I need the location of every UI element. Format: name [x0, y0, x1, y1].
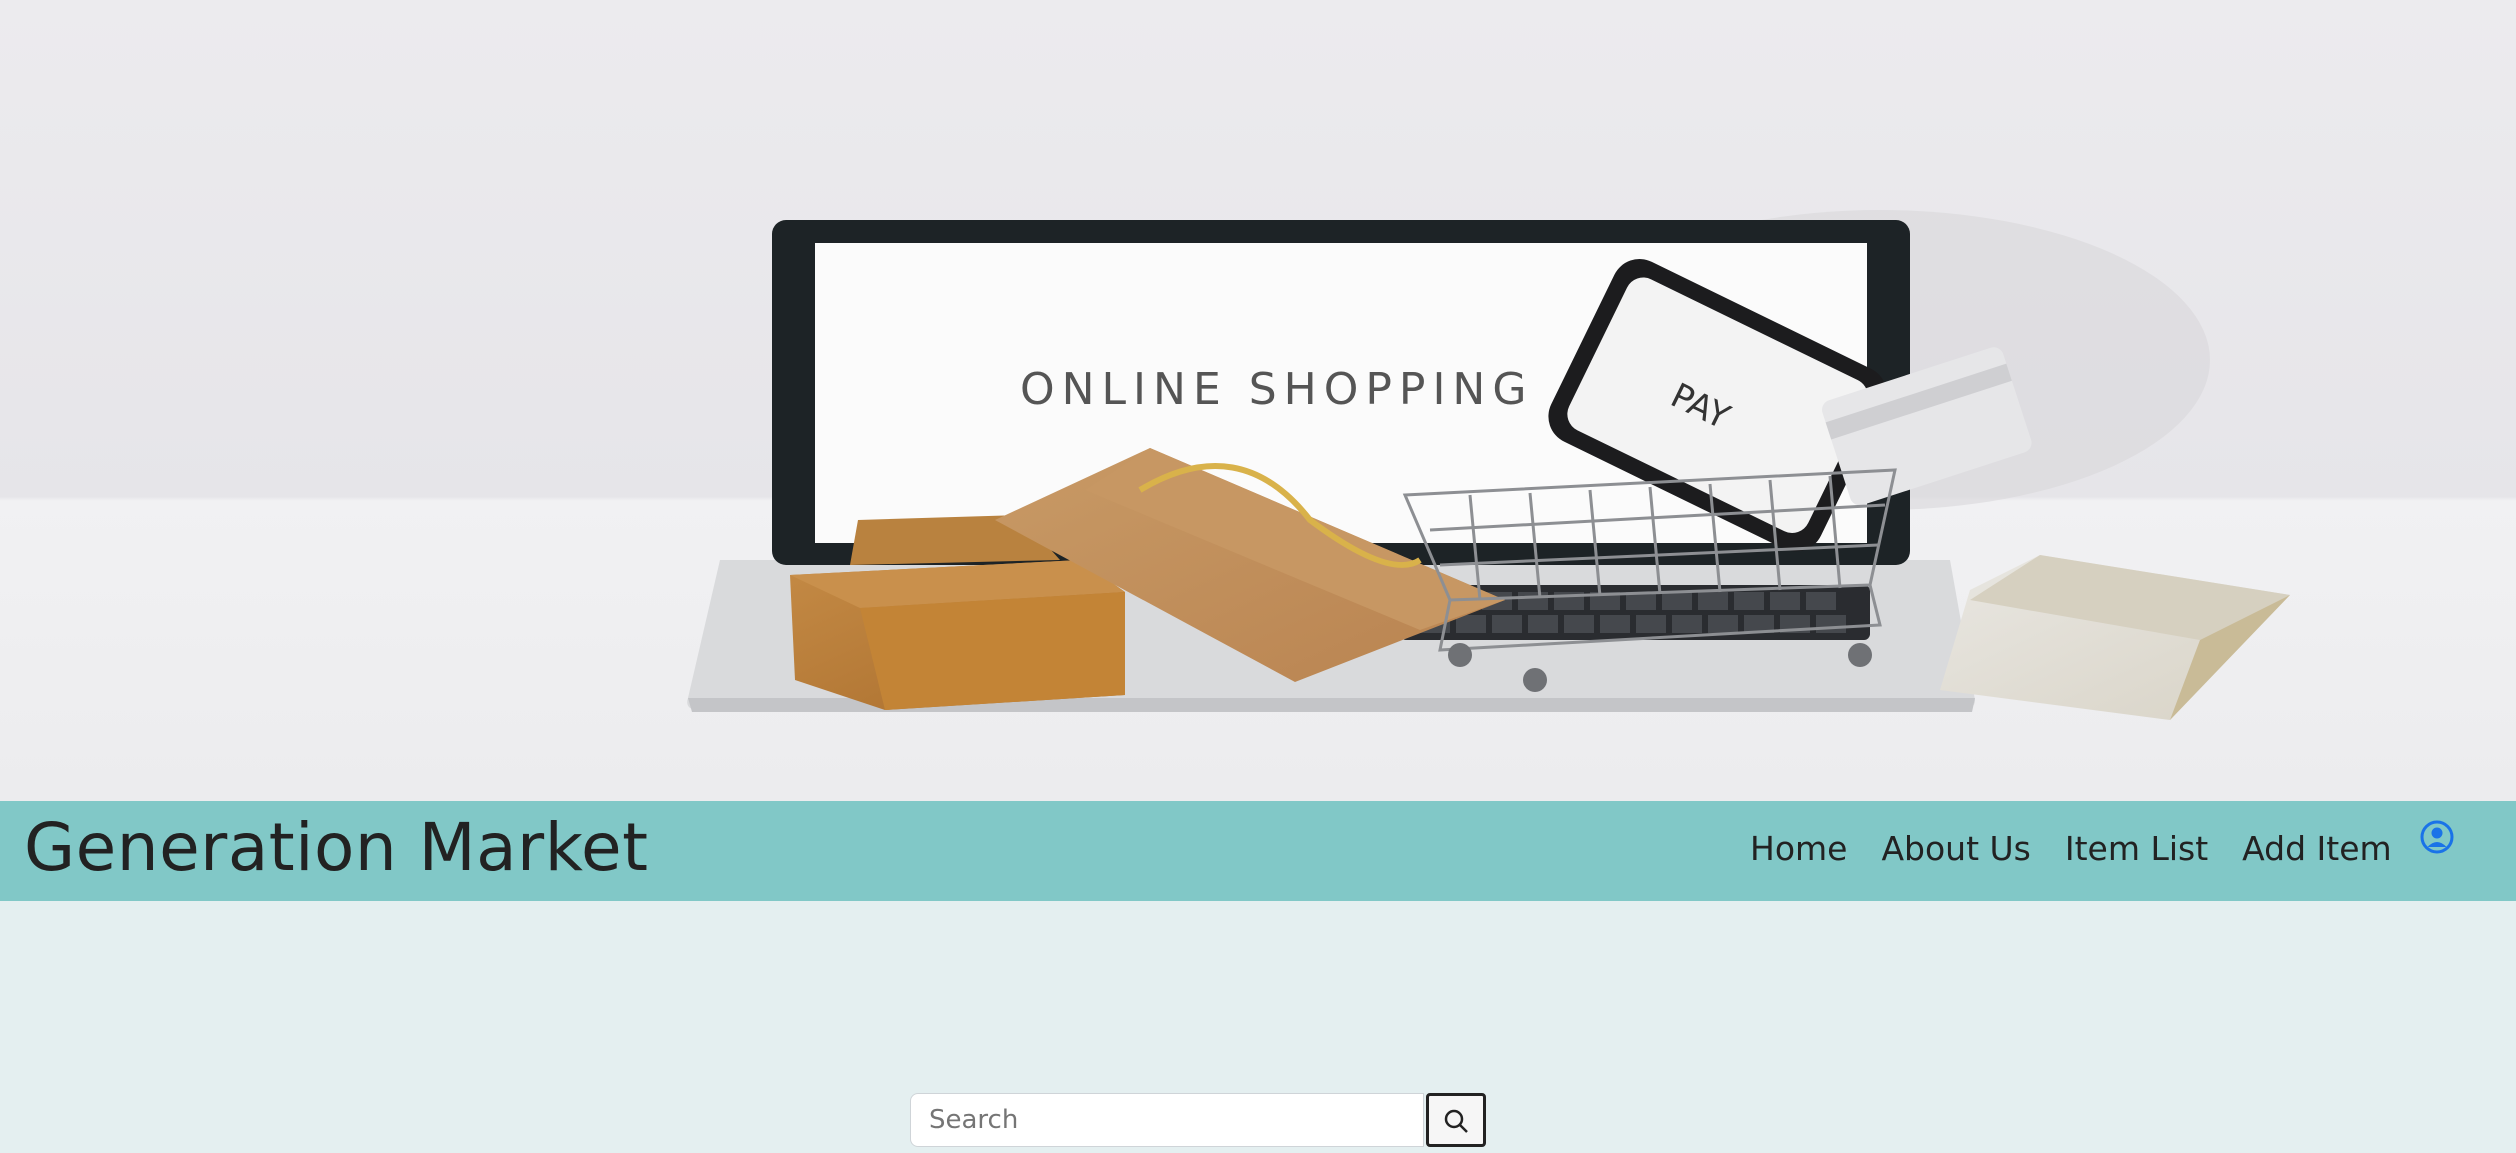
hero-illustration: ONLINE SHOPPING PAY — [687, 210, 2290, 720]
hero-banner-image: ONLINE SHOPPING PAY — [0, 0, 2516, 801]
search-input[interactable] — [910, 1093, 1424, 1147]
user-circle-icon[interactable] — [2420, 820, 2454, 854]
nav-link-about-us[interactable]: About Us — [1881, 829, 2030, 868]
nav-link-home[interactable]: Home — [1750, 829, 1847, 868]
search-icon — [1444, 1109, 1468, 1133]
search-button[interactable] — [1426, 1093, 1486, 1147]
navbar: Generation Market Home About Us Item Lis… — [0, 801, 2516, 901]
search-form — [910, 1093, 1486, 1153]
nav-link-add-item[interactable]: Add Item — [2242, 829, 2392, 868]
brand-title[interactable]: Generation Market — [24, 809, 649, 886]
hero-screen-text: ONLINE SHOPPING — [1020, 364, 1533, 415]
nav-links: Home About Us Item List Add Item — [1750, 829, 2392, 868]
nav-link-item-list[interactable]: Item List — [2065, 829, 2208, 868]
